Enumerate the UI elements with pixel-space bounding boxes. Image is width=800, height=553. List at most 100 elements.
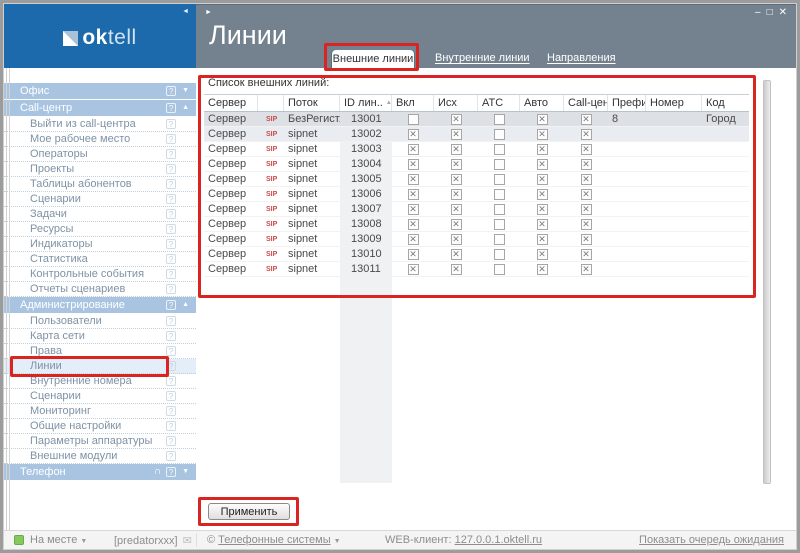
help-icon[interactable]: ?: [166, 376, 176, 386]
column-header-stream[interactable]: Поток: [284, 95, 340, 111]
column-header-avto[interactable]: Авто: [520, 95, 564, 111]
sidebar-item[interactable]: Мониторинг?: [4, 404, 196, 419]
help-icon[interactable]: ?: [166, 300, 176, 310]
checkbox-isx[interactable]: ✕: [451, 219, 462, 230]
sidebar-item[interactable]: Задачи?: [4, 207, 196, 222]
chevron-down-icon[interactable]: ▼: [182, 86, 189, 96]
help-icon[interactable]: ?: [166, 86, 176, 96]
help-icon[interactable]: ?: [166, 451, 176, 461]
checkbox-isx[interactable]: ✕: [451, 159, 462, 170]
company-menu[interactable]: © Телефонные системы ▼: [207, 534, 341, 546]
checkbox-isx[interactable]: ✕: [451, 174, 462, 185]
table-row[interactable]: СерверSIPsipnet13005✕✕✕✕: [204, 172, 749, 187]
help-icon[interactable]: ?: [166, 103, 176, 113]
presence-selector[interactable]: На месте ▼: [14, 534, 87, 546]
checkbox-vkl[interactable]: ✕: [408, 174, 419, 185]
checkbox-ats[interactable]: [494, 264, 505, 275]
sidebar-item[interactable]: Ресурсы?: [4, 222, 196, 237]
checkbox-vkl[interactable]: ✕: [408, 159, 419, 170]
maximize-button[interactable]: □: [767, 7, 773, 18]
checkbox-vkl[interactable]: ✕: [408, 144, 419, 155]
help-icon[interactable]: ?: [166, 361, 176, 371]
checkbox-ats[interactable]: [494, 144, 505, 155]
table-row[interactable]: СерверSIPsipnet13002✕✕✕✕: [204, 127, 749, 142]
column-header-server[interactable]: Сервер: [204, 95, 258, 111]
checkbox-isx[interactable]: ✕: [451, 249, 462, 260]
sidebar-item[interactable]: Сценарии?: [4, 192, 196, 207]
checkbox-isx[interactable]: ✕: [451, 189, 462, 200]
table-row[interactable]: СерверSIPsipnet13010✕✕✕✕: [204, 247, 749, 262]
help-icon[interactable]: ?: [166, 254, 176, 264]
checkbox-vkl[interactable]: ✕: [408, 249, 419, 260]
sidebar-item[interactable]: Внешние модули?: [4, 449, 196, 464]
checkbox-call_center[interactable]: ✕: [581, 114, 592, 125]
checkbox-avto[interactable]: ✕: [537, 204, 548, 215]
help-icon[interactable]: ?: [166, 269, 176, 279]
checkbox-call_center[interactable]: ✕: [581, 264, 592, 275]
table-row[interactable]: СерверSIPsipnet13008✕✕✕✕: [204, 217, 749, 232]
help-icon[interactable]: ?: [166, 436, 176, 446]
checkbox-call_center[interactable]: ✕: [581, 174, 592, 185]
checkbox-call_center[interactable]: ✕: [581, 249, 592, 260]
checkbox-isx[interactable]: ✕: [451, 234, 462, 245]
checkbox-ats[interactable]: [494, 129, 505, 140]
checkbox-ats[interactable]: [494, 114, 505, 125]
column-header-code[interactable]: Код: [702, 95, 749, 111]
checkbox-isx[interactable]: ✕: [451, 114, 462, 125]
help-icon[interactable]: ?: [166, 467, 176, 477]
checkbox-avto[interactable]: ✕: [537, 264, 548, 275]
table-row[interactable]: СерверSIPsipnet13009✕✕✕✕: [204, 232, 749, 247]
vertical-scrollbar[interactable]: [763, 80, 771, 484]
checkbox-avto[interactable]: ✕: [537, 129, 548, 140]
sidebar-item[interactable]: Права?: [4, 344, 196, 359]
checkbox-isx[interactable]: ✕: [451, 129, 462, 140]
help-icon[interactable]: ?: [166, 209, 176, 219]
checkbox-vkl[interactable]: ✕: [408, 234, 419, 245]
checkbox-call_center[interactable]: ✕: [581, 219, 592, 230]
sidebar-item[interactable]: Статистика?: [4, 252, 196, 267]
help-icon[interactable]: ?: [166, 239, 176, 249]
checkbox-ats[interactable]: [494, 219, 505, 230]
checkbox-ats[interactable]: [494, 204, 505, 215]
checkbox-avto[interactable]: ✕: [537, 234, 548, 245]
checkbox-ats[interactable]: [494, 249, 505, 260]
panel-expand-icon[interactable]: ►: [205, 9, 212, 16]
help-icon[interactable]: ?: [166, 421, 176, 431]
checkbox-avto[interactable]: ✕: [537, 219, 548, 230]
sidebar-collapse-icon[interactable]: ◄: [182, 8, 189, 15]
checkbox-ats[interactable]: [494, 159, 505, 170]
chevron-up-icon[interactable]: ▲: [182, 300, 189, 310]
checkbox-call_center[interactable]: ✕: [581, 129, 592, 140]
checkbox-vkl[interactable]: ✕: [408, 129, 419, 140]
sidebar-item[interactable]: Отчеты сценариев?: [4, 282, 196, 297]
tab-external-lines[interactable]: Внешние линии: [332, 50, 414, 68]
column-header-number[interactable]: Номер: [646, 95, 702, 111]
sidebar-item[interactable]: Мое рабочее место?: [4, 132, 196, 147]
checkbox-call_center[interactable]: ✕: [581, 144, 592, 155]
apply-button[interactable]: Применить: [208, 503, 290, 520]
checkbox-avto[interactable]: ✕: [537, 174, 548, 185]
checkbox-vkl[interactable]: ✕: [408, 204, 419, 215]
column-header-line_id[interactable]: ID лин..▲: [340, 95, 392, 111]
column-header-vkl[interactable]: Вкл: [392, 95, 434, 111]
checkbox-call_center[interactable]: ✕: [581, 159, 592, 170]
column-header-call_center[interactable]: Call-цен..: [564, 95, 608, 111]
sidebar-section-office[interactable]: Офис?▼: [4, 83, 196, 99]
checkbox-call_center[interactable]: ✕: [581, 234, 592, 245]
sidebar-item[interactable]: Операторы?: [4, 147, 196, 162]
sidebar-section-administration[interactable]: Администрирование?▲: [4, 297, 196, 313]
checkbox-isx[interactable]: ✕: [451, 264, 462, 275]
sidebar-item[interactable]: Индикаторы?: [4, 237, 196, 252]
checkbox-avto[interactable]: ✕: [537, 189, 548, 200]
checkbox-call_center[interactable]: ✕: [581, 189, 592, 200]
queue-link[interactable]: Показать очередь ожидания: [639, 534, 784, 546]
sidebar-item[interactable]: Карта сети?: [4, 329, 196, 344]
help-icon[interactable]: ?: [166, 346, 176, 356]
column-header-prefix[interactable]: Префикс: [608, 95, 646, 111]
close-button[interactable]: ✕: [779, 7, 787, 18]
sidebar-item[interactable]: Общие настройки?: [4, 419, 196, 434]
help-icon[interactable]: ?: [166, 179, 176, 189]
sidebar-item[interactable]: Выйти из call-центра?: [4, 117, 196, 132]
minimize-button[interactable]: –: [755, 7, 761, 18]
table-row[interactable]: СерверSIPБезРегист...13001✕✕✕8Город: [204, 112, 749, 127]
